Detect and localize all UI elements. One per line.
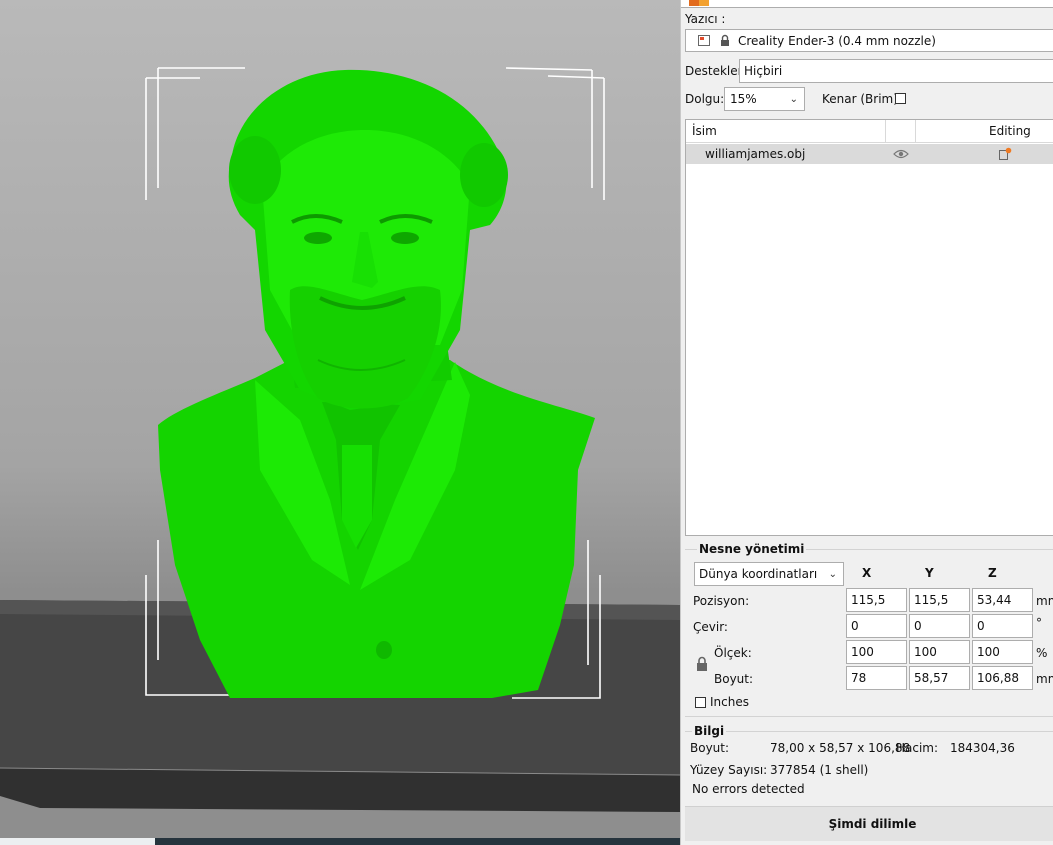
infill-value: 15% <box>730 92 757 106</box>
printer-value: Creality Ender-3 (0.4 mm nozzle) <box>738 34 936 48</box>
rotation-y-input[interactable]: 0 <box>909 614 970 638</box>
printer-preset-icon <box>698 35 710 46</box>
size-unit: mm <box>1036 672 1053 686</box>
edit-settings-icon[interactable] <box>998 147 1012 161</box>
axis-y-label: Y <box>925 566 934 580</box>
printer-select[interactable]: Creality Ender-3 (0.4 mm nozzle) <box>685 29 1053 52</box>
info-facets-value: 377854 (1 shell) <box>770 763 869 777</box>
supports-value: Hiçbiri <box>744 64 783 78</box>
info-status: No errors detected <box>692 782 805 796</box>
supports-label: Destekler: <box>685 64 747 78</box>
slice-now-label: Şimdi dilimle <box>828 817 917 831</box>
info-title: Bilgi <box>692 724 727 738</box>
object-name: williamjames.obj <box>705 147 806 161</box>
info-size-value: 78,00 x 58,57 x 106,88 <box>770 741 911 755</box>
lock-icon <box>721 34 729 46</box>
position-label: Pozisyon: <box>693 594 750 608</box>
info-volume-label: Hacim: <box>896 741 939 755</box>
object-manipulation-title: Nesne yönetimi <box>697 542 807 556</box>
3d-viewport[interactable] <box>0 0 680 845</box>
rotation-x-input[interactable]: 0 <box>846 614 907 638</box>
infill-select[interactable]: 15% ⌄ <box>724 87 805 111</box>
inches-label: Inches <box>710 695 749 709</box>
eye-icon[interactable] <box>893 149 909 159</box>
position-y-input[interactable]: 115,5 <box>909 588 970 612</box>
scale-unit: % <box>1036 646 1048 660</box>
bottom-status-strip <box>0 838 680 845</box>
chevron-down-icon: ⌄ <box>828 569 837 580</box>
model-bust[interactable] <box>158 69 595 698</box>
settings-panel: Yazıcı : Creality Ender-3 (0.4 mm nozzle… <box>680 0 1053 845</box>
size-y-input[interactable]: 58,57 <box>909 666 970 690</box>
info-volume-value: 184304,36 <box>950 741 1015 755</box>
lock-icon[interactable] <box>696 656 708 672</box>
coordinate-system-select[interactable]: Dünya koordinatları ⌄ <box>694 562 844 586</box>
position-x-input[interactable]: 115,5 <box>846 588 907 612</box>
column-name-header[interactable]: İsim <box>692 124 717 138</box>
brim-checkbox[interactable] <box>895 93 906 104</box>
printer-label: Yazıcı : <box>685 12 726 26</box>
inches-checkbox[interactable] <box>695 697 706 708</box>
bed-edge <box>0 768 680 812</box>
position-unit: mm <box>1036 594 1053 608</box>
infill-label: Dolgu: <box>685 92 725 106</box>
coordinate-system-value: Dünya koordinatları <box>699 567 818 581</box>
info-size-label: Boyut: <box>690 741 730 755</box>
list-item[interactable]: williamjames.obj <box>686 144 1053 164</box>
info-facets-label: Yüzey Sayısı: <box>690 763 768 777</box>
rotation-label: Çevir: <box>693 620 728 634</box>
size-x-input[interactable]: 78 <box>846 666 907 690</box>
object-list[interactable]: İsim Editing williamjames.obj <box>685 119 1053 536</box>
rotation-z-input[interactable]: 0 <box>972 614 1033 638</box>
object-list-header: İsim Editing <box>686 120 1053 143</box>
column-editing-header[interactable]: Editing <box>989 124 1031 138</box>
chevron-down-icon: ⌄ <box>789 94 798 105</box>
scene-canvas <box>0 67 680 812</box>
scale-label: Ölçek: <box>714 646 752 660</box>
position-z-input[interactable]: 53,44 <box>972 588 1033 612</box>
axis-x-label: X <box>862 566 872 580</box>
scale-x-input[interactable]: 100 <box>846 640 907 664</box>
size-z-input[interactable]: 106,88 <box>972 666 1033 690</box>
slice-now-button[interactable]: Şimdi dilimle <box>685 806 1053 841</box>
filament-selector[interactable] <box>681 0 1053 8</box>
size-label: Boyut: <box>714 672 754 686</box>
supports-select[interactable]: Hiçbiri <box>739 59 1053 83</box>
axis-z-label: Z <box>988 566 997 580</box>
filament-color-swatch <box>689 0 709 6</box>
brim-label: Kenar (Brim): <box>822 92 902 106</box>
rotation-unit: ° <box>1036 616 1042 630</box>
scale-y-input[interactable]: 100 <box>909 640 970 664</box>
scale-z-input[interactable]: 100 <box>972 640 1033 664</box>
